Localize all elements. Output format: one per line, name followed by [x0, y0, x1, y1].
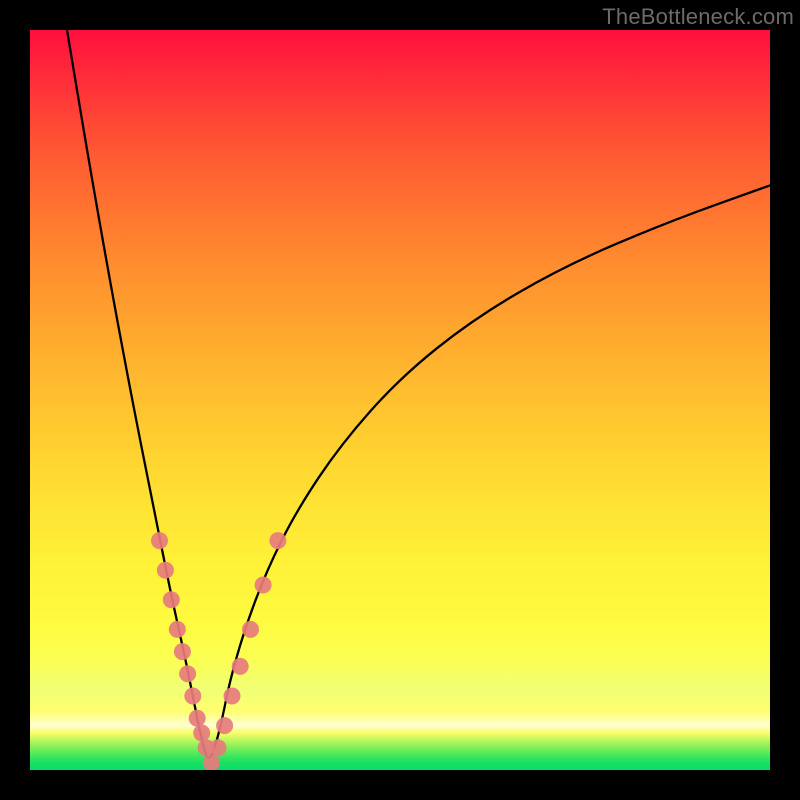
sample-point: [151, 532, 168, 549]
sample-point: [174, 643, 191, 660]
sample-point: [163, 591, 180, 608]
watermark-text: TheBottleneck.com: [602, 4, 794, 30]
curve-path: [67, 30, 770, 758]
plot-area: [30, 30, 770, 770]
sample-point: [210, 739, 227, 756]
sample-point: [255, 577, 272, 594]
sample-point: [184, 688, 201, 705]
sample-point: [203, 754, 220, 770]
sample-point: [179, 665, 196, 682]
chart-frame: TheBottleneck.com: [0, 0, 800, 800]
sample-point: [269, 532, 286, 549]
chart-svg: [30, 30, 770, 770]
sample-point: [189, 710, 206, 727]
sample-point: [169, 621, 186, 638]
sample-point: [193, 725, 210, 742]
sample-point: [216, 717, 233, 734]
sample-point: [157, 562, 174, 579]
curve-path-group: [67, 30, 770, 758]
sample-point: [242, 621, 259, 638]
sample-point: [224, 688, 241, 705]
sample-point: [232, 658, 249, 675]
